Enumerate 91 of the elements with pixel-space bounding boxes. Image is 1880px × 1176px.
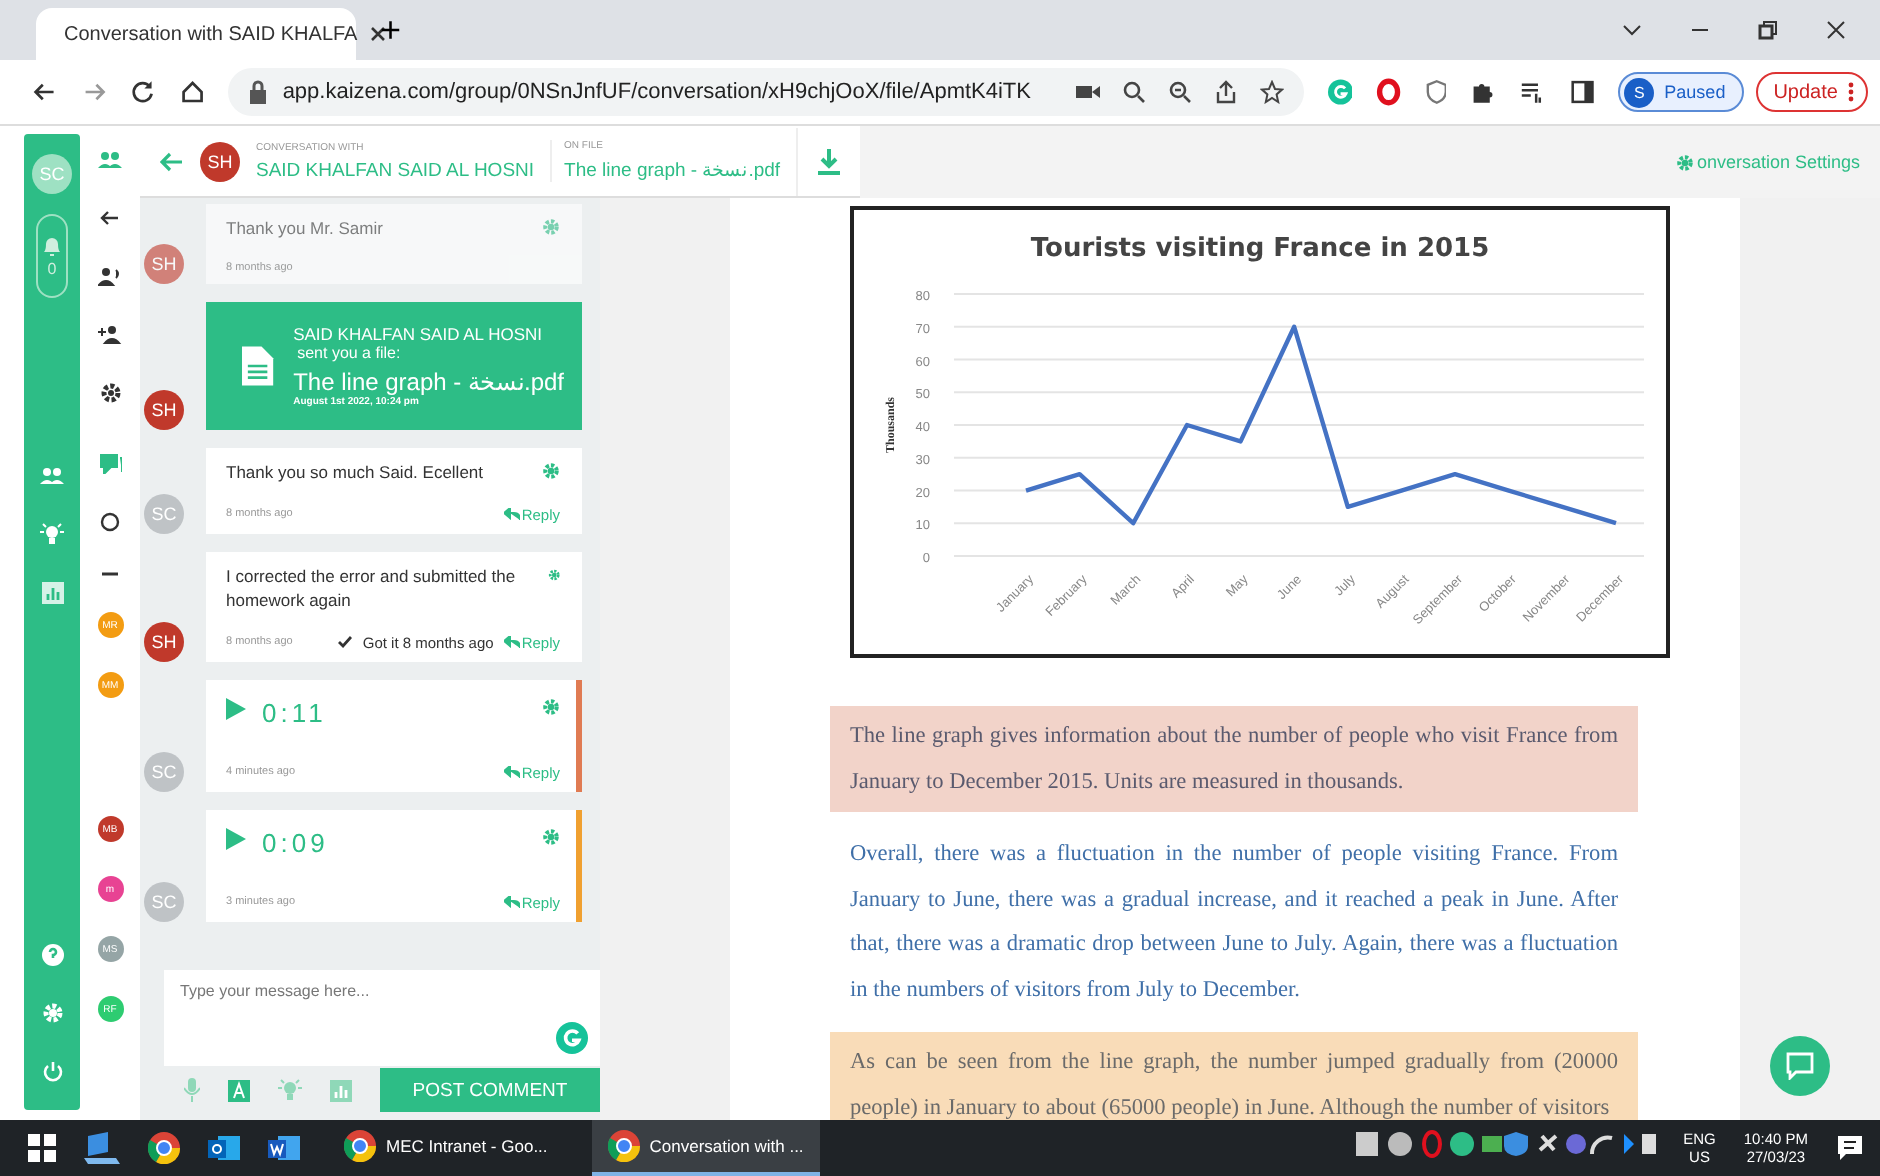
chat-icon[interactable] [99,454,121,474]
notification-pill[interactable]: 0 [36,214,68,298]
message-text: Thank you Mr. Samir [226,218,383,242]
text-format-icon[interactable] [228,1079,250,1101]
forward-icon[interactable] [81,78,107,106]
sender-name: SAID KHALFAN SAID AL HOSNI [293,323,544,344]
circle-icon[interactable] [100,512,120,532]
taskbar-app[interactable]: Conversation with ... [591,1120,820,1176]
computer-icon[interactable] [84,1132,120,1164]
sender-avatar: SH [144,389,184,430]
audio-duration: 0:11 [262,697,327,728]
message-text: Thank you so much Said. Ecellent [226,461,484,486]
profile-avatar: S [1624,77,1655,107]
back-icon[interactable] [32,78,58,106]
shield-icon[interactable] [1425,78,1447,106]
contact-name[interactable]: SAID KHALFAN SAID AL HOSNI [256,159,535,181]
browser-icon [344,1130,376,1162]
camera-icon[interactable] [1075,82,1099,102]
sender-avatar: SC [144,881,184,922]
grammarly-icon[interactable] [556,1022,588,1054]
sender-avatar: SH [144,243,184,284]
windows-start-icon[interactable] [28,1134,56,1162]
person-voice-icon[interactable] [98,266,122,286]
post-comment-button[interactable]: POST COMMENT [380,1068,600,1112]
help-icon[interactable] [41,944,63,966]
placeholder-text: Type your message here... [180,982,370,1000]
list-icon[interactable] [1520,78,1546,106]
user-avatar[interactable]: SC [32,154,72,194]
notifications-icon[interactable] [1836,1134,1864,1162]
dash-icon[interactable] [102,570,118,578]
message-text: sent you a file: [295,343,403,362]
url-text: app.kaizena.com/group/0NSnJnfUF/conversation/xH9chjOoX/file/ApmtK4iTK [282,80,1031,104]
reply-icon[interactable] [503,508,520,521]
group-icon[interactable] [98,150,122,170]
sender-avatar: SC [144,751,184,792]
document-app-icon[interactable] [268,1132,300,1164]
notification-count: 0 [47,259,57,277]
reload-icon[interactable] [130,78,156,106]
chart-title: Tourists visiting France in 2015 [1030,234,1490,264]
address-bar[interactable]: app.kaizena.com/group/0NSnJnfUF/conversation/xH9chjOoX/file/ApmtK4iTK [228,68,1303,116]
taskbar-app[interactable]: MEC Intranet - Goo... [328,1120,564,1176]
power-icon[interactable] [41,1060,63,1082]
taskbar-app-label: Conversation with ... [649,1136,804,1156]
search-icon[interactable] [1121,80,1145,104]
tab-title: Conversation with SAID KHALFA [64,23,358,45]
attached-file-name[interactable]: The line graph - نسخة.pdf [293,367,564,396]
restore-icon[interactable] [1756,18,1780,42]
browser-icon [607,1130,640,1162]
bell-icon [42,235,62,257]
play-icon[interactable] [226,697,246,720]
reply-icon[interactable] [503,896,520,909]
back-icon[interactable] [100,208,120,228]
play-icon[interactable] [226,827,246,850]
side-panel-icon[interactable] [1569,78,1595,106]
lock-icon [248,80,269,104]
contact-avatar: SH [200,141,240,181]
sender-avatar: SH [144,621,184,662]
message-input[interactable]: Type your message here... [164,970,600,1066]
add-person-icon[interactable] [98,324,122,344]
lightbulb-icon[interactable] [40,522,64,546]
conversation-settings-link[interactable]: onversation Settings [1696,152,1860,172]
ring-icon[interactable] [1376,78,1402,106]
profile-button[interactable]: S Paused [1618,72,1744,112]
zoom-out-icon[interactable] [1167,80,1191,104]
browser-icon[interactable] [148,1132,180,1164]
checkmark-icon [338,636,353,649]
paragraph: The line graph gives information about the number of people who visit France from January to December 2015. Units are measured in thousands. [830,706,1638,812]
new-tab-button[interactable]: + [380,9,402,51]
home-icon[interactable] [179,78,205,106]
mail-app-icon[interactable] [208,1132,240,1164]
audio-duration: 0:09 [262,827,329,858]
reply-icon[interactable] [503,766,520,779]
chat-icon [1786,1052,1814,1080]
taskbar-app-label: MEC Intranet - Goo... [386,1136,548,1156]
star-icon[interactable] [1259,80,1283,104]
sender-avatar: SC [144,493,184,534]
message-text: I corrected the error and submitted the homework again [226,565,516,614]
document-icon [242,345,274,386]
chat-bubble-button[interactable] [1770,1036,1830,1096]
reply-icon[interactable] [503,636,520,649]
group-icon[interactable] [40,466,64,486]
settings-icon[interactable] [99,382,121,404]
file-name[interactable]: The line graph - نسخة.pdf [564,158,781,182]
share-icon[interactable] [1213,80,1237,104]
paragraph: As can be seen from the line graph, the number jumped gradually from (20000 people) in January to about (65000 people) in June. Although the number of visitors [830,1032,1638,1120]
download-icon[interactable] [796,127,841,195]
puzzle-icon[interactable] [1470,78,1497,106]
update-button[interactable]: Update [1755,72,1868,112]
more-icon [1847,82,1854,102]
grammarly-icon[interactable] [1327,78,1353,106]
close-icon[interactable] [1824,18,1848,42]
